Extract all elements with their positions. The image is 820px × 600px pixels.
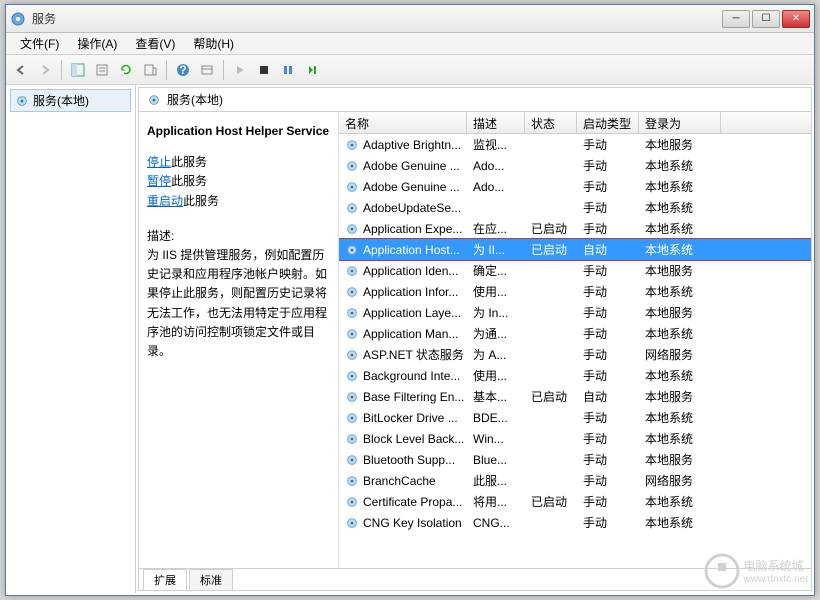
maximize-button[interactable]: ☐ (752, 10, 780, 28)
service-row[interactable]: Application Infor...使用...手动本地系统 (339, 281, 811, 302)
service-row[interactable]: Application Iden...确定...手动本地服务 (339, 260, 811, 281)
gear-icon (345, 201, 359, 215)
restart-service-button[interactable] (301, 59, 323, 81)
help-button[interactable]: ? (172, 59, 194, 81)
service-row[interactable]: Block Level Back...Win...手动本地系统 (339, 428, 811, 449)
service-row[interactable]: AdobeUpdateSe...手动本地系统 (339, 197, 811, 218)
separator (166, 60, 167, 80)
svg-text:?: ? (179, 63, 186, 77)
gear-icon (147, 93, 161, 107)
service-row[interactable]: Bluetooth Supp...Blue...手动本地服务 (339, 449, 811, 470)
separator (61, 60, 62, 80)
toolbar: ? (6, 55, 814, 85)
gear-icon (15, 94, 29, 108)
back-button[interactable] (10, 59, 32, 81)
window-title: 服务 (32, 10, 722, 27)
col-logon[interactable]: 登录为 (639, 112, 721, 133)
detail-pane: Application Host Helper Service 停止此服务 暂停… (139, 112, 339, 568)
main-header: 服务(本地) (139, 88, 811, 112)
separator (223, 60, 224, 80)
show-hide-tree-button[interactable] (67, 59, 89, 81)
refresh-button[interactable] (115, 59, 137, 81)
service-row[interactable]: Adobe Genuine ...Ado...手动本地系统 (339, 176, 811, 197)
minimize-button[interactable]: ─ (722, 10, 750, 28)
close-button[interactable]: ✕ (782, 10, 810, 28)
titlebar[interactable]: 服务 ─ ☐ ✕ (6, 5, 814, 33)
menu-view[interactable]: 查看(V) (127, 33, 183, 54)
description-text: 为 IIS 提供管理服务，例如配置历史记录和应用程序池帐户映射。如果停止此服务，… (147, 246, 330, 361)
services-icon (10, 11, 26, 27)
properties-button[interactable] (91, 59, 113, 81)
menu-action[interactable]: 操作(A) (69, 33, 125, 54)
restart-link[interactable]: 重启动 (147, 194, 183, 208)
gear-icon (345, 411, 359, 425)
gear-icon (345, 222, 359, 236)
nav-tree[interactable]: 服务(本地) (6, 85, 136, 593)
col-startup[interactable]: 启动类型 (577, 112, 639, 133)
menu-help[interactable]: 帮助(H) (185, 33, 242, 54)
main-pane: 服务(本地) Application Host Helper Service 停… (138, 87, 812, 591)
tabs: 扩展 标准 (139, 568, 811, 590)
nav-root-item[interactable]: 服务(本地) (10, 89, 131, 112)
gear-icon (345, 159, 359, 173)
gear-icon (345, 306, 359, 320)
service-row[interactable]: CNG Key IsolationCNG...手动本地系统 (339, 512, 811, 533)
gear-icon (345, 516, 359, 530)
export-button[interactable] (139, 59, 161, 81)
col-desc[interactable]: 描述 (467, 112, 525, 133)
list-header[interactable]: 名称 描述 状态 启动类型 登录为 (339, 112, 811, 134)
service-row[interactable]: Certificate Propa...将用...已启动手动本地系统 (339, 491, 811, 512)
pause-service-button[interactable] (277, 59, 299, 81)
gear-icon (345, 369, 359, 383)
service-list: 名称 描述 状态 启动类型 登录为 Adaptive Brightn...监视.… (339, 112, 811, 568)
properties2-button[interactable] (196, 59, 218, 81)
tab-standard[interactable]: 标准 (189, 569, 233, 590)
gear-icon (345, 285, 359, 299)
service-row[interactable]: ASP.NET 状态服务为 A...手动网络服务 (339, 344, 811, 365)
service-row[interactable]: Application Expe...在应...已启动手动本地系统 (339, 218, 811, 239)
gear-icon (345, 138, 359, 152)
gear-icon (345, 453, 359, 467)
col-status[interactable]: 状态 (525, 112, 577, 133)
tab-extended[interactable]: 扩展 (143, 569, 187, 590)
menubar: 文件(F) 操作(A) 查看(V) 帮助(H) (6, 33, 814, 55)
gear-icon (345, 180, 359, 194)
gear-icon (345, 474, 359, 488)
service-row[interactable]: BitLocker Drive ...BDE...手动本地系统 (339, 407, 811, 428)
start-service-button[interactable] (229, 59, 251, 81)
service-row[interactable]: Application Laye...为 In...手动本地服务 (339, 302, 811, 323)
service-row[interactable]: Background Inte...使用...手动本地系统 (339, 365, 811, 386)
description-label: 描述: (147, 227, 330, 246)
gear-icon (345, 348, 359, 362)
forward-button[interactable] (34, 59, 56, 81)
service-row[interactable]: Base Filtering En...基本...已启动自动本地服务 (339, 386, 811, 407)
col-name[interactable]: 名称 (339, 112, 467, 133)
list-rows[interactable]: Adaptive Brightn...监视...手动本地服务Adobe Genu… (339, 134, 811, 568)
gear-icon (345, 432, 359, 446)
gear-icon (345, 243, 359, 257)
service-row[interactable]: Adaptive Brightn...监视...手动本地服务 (339, 134, 811, 155)
stop-link[interactable]: 停止 (147, 155, 171, 169)
gear-icon (345, 390, 359, 404)
service-row[interactable]: Adobe Genuine ...Ado...手动本地系统 (339, 155, 811, 176)
stop-service-button[interactable] (253, 59, 275, 81)
selected-service-name: Application Host Helper Service (147, 122, 330, 141)
service-row[interactable]: Application Man...为通...手动本地系统 (339, 323, 811, 344)
service-row[interactable]: BranchCache此服...手动网络服务 (339, 470, 811, 491)
gear-icon (345, 264, 359, 278)
services-window: 服务 ─ ☐ ✕ 文件(F) 操作(A) 查看(V) 帮助(H) ? (5, 4, 815, 596)
menu-file[interactable]: 文件(F) (12, 33, 67, 54)
main-header-label: 服务(本地) (167, 91, 223, 108)
nav-root-label: 服务(本地) (33, 92, 89, 109)
pause-link[interactable]: 暂停 (147, 174, 171, 188)
gear-icon (345, 327, 359, 341)
gear-icon (345, 495, 359, 509)
service-row[interactable]: Application Host...为 II...已启动自动本地系统 (339, 239, 811, 260)
